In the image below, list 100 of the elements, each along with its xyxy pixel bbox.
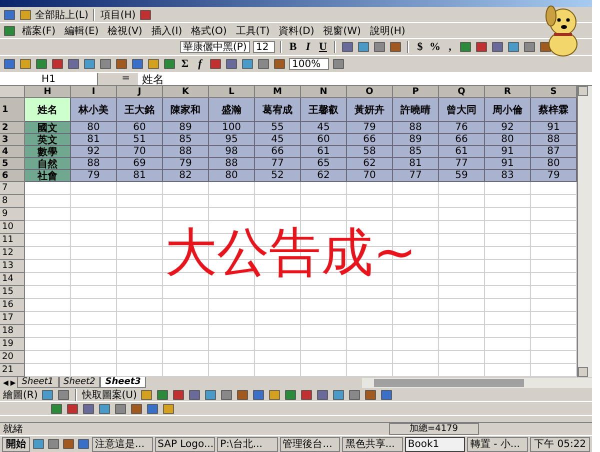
row-header[interactable]: 17 (0, 312, 25, 325)
column-header[interactable]: N (301, 86, 347, 98)
toolbar-icon[interactable] (3, 24, 16, 36)
row-header[interactable]: 11 (0, 234, 25, 247)
toolbar-icon[interactable] (523, 41, 536, 53)
column-header[interactable]: L (209, 86, 255, 98)
toolbar-icon[interactable] (300, 388, 313, 400)
toolbar-icon[interactable] (357, 41, 370, 53)
toolbar-icon[interactable] (364, 388, 377, 400)
row-header[interactable]: 10 (0, 221, 25, 234)
style-button[interactable]: U (317, 41, 329, 53)
toolbar-icon[interactable] (66, 402, 79, 414)
row-header[interactable]: 20 (0, 351, 25, 364)
scrollbar-thumb[interactable] (374, 378, 524, 386)
items-dropdown[interactable]: 項目(H) (100, 8, 136, 22)
taskbar-button[interactable]: SAP Logo... (154, 436, 216, 452)
row-header[interactable]: 12 (0, 247, 25, 260)
toolbar-icon[interactable] (491, 41, 504, 53)
number-format-button[interactable]: $ (414, 41, 426, 53)
taskbar-button[interactable]: 注意這是... (92, 436, 153, 452)
menu-item[interactable]: 檔案(F) (19, 24, 59, 38)
autoshapes-menu[interactable]: 快取圖案(U) (82, 388, 137, 402)
toolbar-icon[interactable] (380, 388, 393, 400)
toolbar-icon[interactable] (131, 58, 144, 70)
column-header[interactable]: R (485, 86, 531, 98)
column-header[interactable]: S (531, 86, 577, 98)
toolbar-icon[interactable] (62, 438, 75, 450)
toolbar-icon[interactable] (204, 388, 217, 400)
row-header[interactable]: 1 (0, 98, 25, 122)
toolbar-icon[interactable] (82, 402, 95, 414)
column-header[interactable]: H (25, 86, 71, 98)
toolbar-icon[interactable] (19, 58, 32, 70)
toolbar-icon[interactable] (77, 438, 90, 450)
toolbar-icon[interactable] (236, 388, 249, 400)
toolbar-icon[interactable] (50, 402, 63, 414)
toolbar-icon[interactable] (273, 58, 286, 70)
toolbar-icon[interactable] (268, 388, 281, 400)
menu-item[interactable]: 編輯(E) (62, 24, 102, 38)
menu-item[interactable]: 視窗(W) (320, 24, 364, 38)
toolbar-icon[interactable] (83, 58, 96, 70)
row-header[interactable]: 8 (0, 195, 25, 208)
toolbar-icon[interactable] (373, 41, 386, 53)
horizontal-scrollbar[interactable] (362, 378, 592, 388)
toolbar-icon[interactable] (332, 58, 345, 70)
toolbar-icon[interactable] (475, 41, 488, 53)
toolbar-icon[interactable] (35, 58, 48, 70)
taskbar-button[interactable]: Book1 (404, 436, 466, 452)
toolbar-icon[interactable] (459, 41, 472, 53)
autosum-button[interactable]: Σ (179, 58, 191, 70)
taskbar-button[interactable]: 黑色共享... (342, 436, 403, 452)
sheet-tab[interactable]: Sheet2 (58, 377, 100, 388)
toolbar-icon[interactable] (32, 438, 45, 450)
taskbar-button[interactable]: 轉置 - 小... (467, 436, 528, 452)
menu-item[interactable]: 工具(T) (232, 24, 273, 38)
menu-item[interactable]: 插入(I) (148, 24, 186, 38)
toolbar-icon[interactable] (56, 388, 70, 400)
column-header[interactable]: J (117, 86, 163, 98)
number-format-button[interactable]: , (444, 41, 456, 53)
column-header[interactable]: P (393, 86, 439, 98)
toolbar-icon[interactable] (220, 388, 233, 400)
font-size-dropdown[interactable]: 12 (253, 41, 275, 53)
toolbar-icon[interactable] (348, 388, 361, 400)
row-header[interactable]: 9 (0, 208, 25, 221)
taskbar-button[interactable]: P:\台北... (217, 436, 278, 452)
row-header[interactable]: 21 (0, 364, 25, 377)
style-button[interactable]: B (287, 41, 299, 53)
paste-all-button[interactable]: 全部貼上(L) (35, 8, 88, 22)
menu-item[interactable]: 檢視(V) (104, 24, 146, 38)
row-header[interactable]: 15 (0, 286, 25, 299)
formula-field[interactable]: 姓名 (138, 72, 164, 86)
toolbar-icon[interactable] (19, 8, 32, 20)
toolbar-icon[interactable] (209, 58, 222, 70)
vertical-scrollbar[interactable] (577, 86, 592, 377)
toolbar-icon[interactable] (51, 58, 64, 70)
row-header[interactable]: 3 (0, 134, 25, 146)
toolbar-icon[interactable] (332, 388, 345, 400)
column-header[interactable]: O (347, 86, 393, 98)
column-header[interactable]: M (255, 86, 301, 98)
toolbar-icon[interactable] (130, 402, 143, 414)
menu-item[interactable]: 說明(H) (366, 24, 408, 38)
toolbar-icon[interactable] (284, 388, 297, 400)
number-format-button[interactable]: % (429, 41, 441, 53)
toolbar-icon[interactable] (146, 402, 159, 414)
toolbar-icon[interactable] (257, 58, 270, 70)
taskbar-button[interactable]: 管理後台... (280, 436, 340, 452)
toolbar-icon[interactable] (47, 438, 60, 450)
toolbar-icon[interactable] (507, 41, 520, 53)
toolbar-icon[interactable] (241, 58, 254, 70)
font-dropdown[interactable]: 華康儷中黑(P) (180, 41, 250, 53)
style-button[interactable]: I (302, 41, 314, 53)
column-header[interactable]: K (163, 86, 209, 98)
toolbar-icon[interactable] (252, 388, 265, 400)
toolbar-icon[interactable] (3, 8, 16, 20)
row-header[interactable]: 6 (0, 170, 25, 182)
scroll-down-button[interactable] (578, 367, 588, 377)
row-header[interactable]: 13 (0, 260, 25, 273)
toolbar-icon[interactable] (114, 402, 127, 414)
toolbar-icon[interactable] (115, 58, 128, 70)
toolbar-icon[interactable] (67, 58, 80, 70)
select-all-corner[interactable] (0, 86, 25, 98)
